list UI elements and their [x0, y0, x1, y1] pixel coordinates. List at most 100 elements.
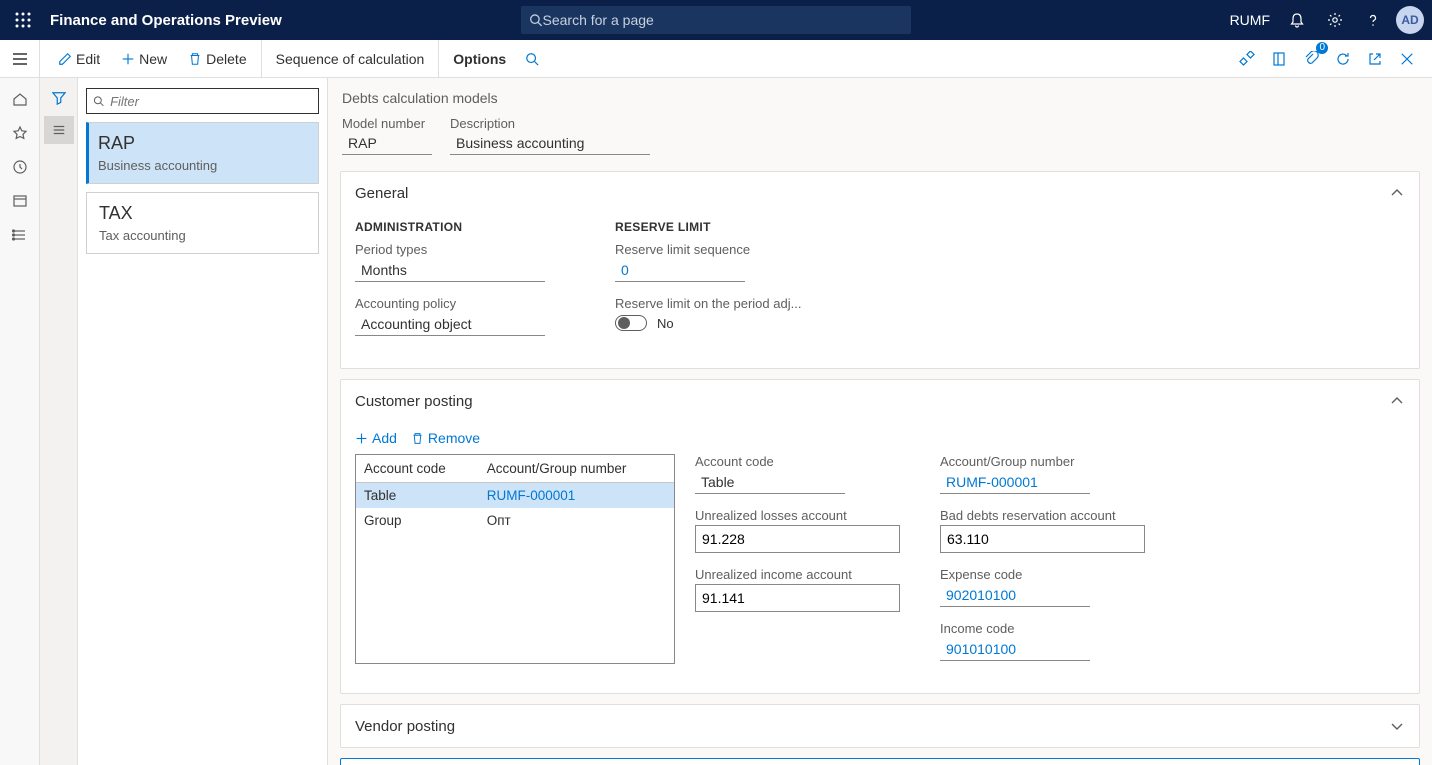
accounting-policy-label: Accounting policy: [355, 296, 545, 311]
model-item-tax[interactable]: TAX Tax accounting: [86, 192, 319, 254]
trash-icon: [411, 432, 424, 445]
search-icon: [525, 52, 539, 66]
grid-col-account-group[interactable]: Account/Group number: [479, 455, 674, 483]
app-launcher-icon[interactable]: [8, 5, 38, 35]
grid-col-account-code[interactable]: Account code: [356, 455, 479, 483]
reserve-limit-seq-value[interactable]: 0: [615, 259, 745, 282]
delete-button-label: Delete: [206, 51, 246, 67]
detail-account-code-label: Account code: [695, 454, 900, 469]
debt-interval-card: Debt interval: [340, 758, 1420, 765]
model-item-rap[interactable]: RAP Business accounting: [86, 122, 319, 184]
action-bar: Edit New Delete Sequence of calculation …: [0, 40, 1432, 78]
grid-remove-button[interactable]: Remove: [411, 430, 480, 446]
model-item-name: RAP: [98, 133, 306, 154]
description-label: Description: [450, 116, 650, 131]
reserve-limit-adj-label: Reserve limit on the period adj...: [615, 296, 801, 311]
vendor-posting-card: Vendor posting: [340, 704, 1420, 748]
reserve-limit-header: RESERVE LIMIT: [615, 220, 801, 234]
debt-interval-header[interactable]: Debt interval: [341, 759, 1419, 765]
customer-posting-grid[interactable]: Account code Account/Group number Table …: [355, 454, 675, 664]
trash-icon: [188, 52, 202, 66]
model-number-label: Model number: [342, 116, 432, 131]
close-icon[interactable]: [1392, 44, 1422, 74]
doc-route-icon[interactable]: [1232, 44, 1262, 74]
detail-expense-code-label: Expense code: [940, 567, 1145, 582]
grid-add-button[interactable]: Add: [355, 430, 397, 446]
app-title: Finance and Operations Preview: [50, 12, 282, 29]
grid-remove-label: Remove: [428, 430, 480, 446]
sequence-button-label: Sequence of calculation: [276, 51, 425, 67]
workspaces-icon[interactable]: [4, 186, 36, 216]
reserve-limit-adj-toggle[interactable]: [615, 315, 647, 331]
global-search-input[interactable]: [543, 12, 904, 28]
detail-unrealized-income-label: Unrealized income account: [695, 567, 900, 582]
refresh-icon[interactable]: [1328, 44, 1358, 74]
attachments-badge: 0: [1316, 42, 1328, 54]
period-types-value[interactable]: Months: [355, 259, 545, 282]
vendor-posting-title: Vendor posting: [355, 718, 455, 735]
plus-icon: [355, 432, 368, 445]
new-button[interactable]: New: [111, 40, 178, 77]
chevron-up-icon: [1389, 185, 1405, 201]
detail-income-code-value[interactable]: 901010100: [940, 638, 1090, 661]
top-bar: Finance and Operations Preview RUMF AD: [0, 0, 1432, 40]
filter-icon[interactable]: [44, 84, 74, 112]
grid-add-label: Add: [372, 430, 397, 446]
company-indicator[interactable]: RUMF: [1230, 12, 1270, 28]
delete-button[interactable]: Delete: [178, 40, 261, 77]
chevron-up-icon: [1389, 393, 1405, 409]
cell-account-code: Table: [356, 483, 479, 509]
administration-header: ADMINISTRATION: [355, 220, 545, 234]
customer-posting-header[interactable]: Customer posting: [341, 380, 1419, 422]
detail-account-group-label: Account/Group number: [940, 454, 1145, 469]
model-number-value[interactable]: RAP: [342, 131, 432, 155]
modules-icon[interactable]: [4, 220, 36, 250]
attachments-icon[interactable]: 0: [1296, 44, 1326, 74]
general-card: General ADMINISTRATION Period types Mont…: [340, 171, 1420, 369]
options-button[interactable]: Options: [443, 40, 517, 77]
sequence-button[interactable]: Sequence of calculation: [266, 40, 440, 77]
edit-icon: [58, 52, 72, 66]
edit-button[interactable]: Edit: [48, 40, 111, 77]
table-row[interactable]: Table RUMF-000001: [356, 483, 674, 509]
find-button[interactable]: [517, 40, 548, 77]
table-row[interactable]: Group Опт: [356, 508, 674, 533]
popout-icon[interactable]: [1360, 44, 1390, 74]
customer-posting-card: Customer posting Add Remove: [340, 379, 1420, 694]
list-filter[interactable]: [86, 88, 319, 114]
cell-account-group: RUMF-000001: [479, 483, 674, 509]
home-icon[interactable]: [4, 84, 36, 114]
search-icon: [529, 13, 543, 27]
reserve-limit-seq-label: Reserve limit sequence: [615, 242, 801, 257]
settings-icon[interactable]: [1320, 5, 1350, 35]
recent-icon[interactable]: [4, 152, 36, 182]
new-button-label: New: [139, 51, 167, 67]
notifications-icon[interactable]: [1282, 5, 1312, 35]
general-header[interactable]: General: [341, 172, 1419, 214]
model-item-desc: Tax accounting: [99, 228, 306, 243]
model-item-name: TAX: [99, 203, 306, 224]
detail-unrealized-losses-input[interactable]: [695, 525, 900, 553]
content-area: Debts calculation models Model number RA…: [328, 78, 1432, 765]
detail-expense-code-value[interactable]: 902010100: [940, 584, 1090, 607]
list-filter-input[interactable]: [110, 94, 312, 109]
detail-account-group-value[interactable]: RUMF-000001: [940, 471, 1090, 494]
list-icon[interactable]: [44, 116, 74, 144]
detail-unrealized-losses-label: Unrealized losses account: [695, 508, 900, 523]
nav-toggle-icon[interactable]: [0, 40, 40, 78]
detail-bad-debts-input[interactable]: [940, 525, 1145, 553]
customer-posting-title: Customer posting: [355, 393, 473, 410]
office-icon[interactable]: [1264, 44, 1294, 74]
description-value[interactable]: Business accounting: [450, 131, 650, 155]
favorites-icon[interactable]: [4, 118, 36, 148]
cell-account-group: Опт: [479, 508, 674, 533]
vendor-posting-header[interactable]: Vendor posting: [341, 705, 1419, 747]
page-title: Debts calculation models: [340, 86, 1420, 116]
user-avatar[interactable]: AD: [1396, 6, 1424, 34]
chevron-down-icon: [1389, 718, 1405, 734]
detail-account-code-value[interactable]: Table: [695, 471, 845, 494]
global-search[interactable]: [521, 6, 911, 34]
accounting-policy-value[interactable]: Accounting object: [355, 313, 545, 336]
detail-unrealized-income-input[interactable]: [695, 584, 900, 612]
help-icon[interactable]: [1358, 5, 1388, 35]
